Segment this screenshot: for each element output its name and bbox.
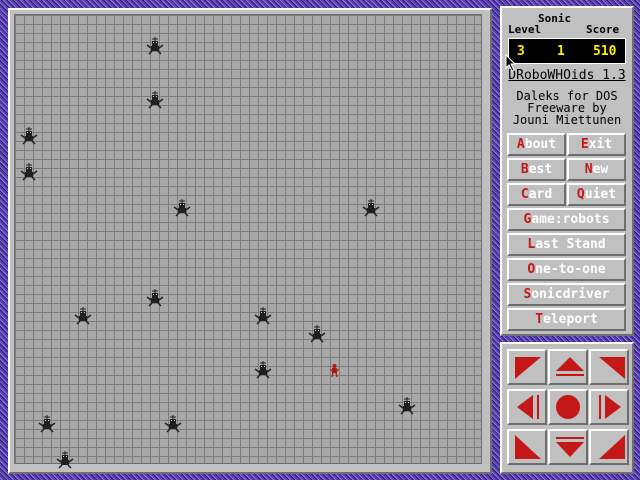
move-down-button[interactable] [548, 429, 588, 465]
robot-icon [362, 199, 380, 217]
exit-label: xit [588, 137, 613, 152]
arrow-up-left-icon [515, 357, 541, 379]
last-stand-hotkey: L [527, 237, 536, 252]
card-button[interactable]: Card [507, 183, 566, 206]
robot-icon [254, 361, 272, 379]
robot-icon [146, 289, 164, 307]
last-stand-button[interactable]: Last Stand [507, 233, 626, 256]
circle-icon [556, 395, 580, 419]
one-to-one-label: ne-to-one [535, 262, 606, 277]
robot-icon [20, 127, 38, 145]
score-value: 510 [593, 44, 617, 59]
one-to-one-button[interactable]: One-to-one [507, 258, 626, 281]
about-button[interactable]: About [507, 133, 566, 156]
move-up-right-button[interactable] [589, 349, 629, 385]
move-down-right-button[interactable] [589, 429, 629, 465]
exit-hotkey: E [580, 137, 589, 152]
level-label: Level [508, 23, 542, 36]
game-mode-label: Sonic [538, 12, 572, 25]
level-value: 3 [517, 44, 525, 59]
game-grid[interactable] [14, 14, 482, 469]
robot-icon [164, 415, 182, 433]
status-value: 1 [557, 44, 565, 59]
teleport-hotkey: T [535, 312, 544, 327]
score-display: 3 1 510 [508, 38, 626, 64]
score-label: Score [586, 23, 620, 36]
direction-pad [500, 342, 634, 474]
exit-button[interactable]: Exit [567, 133, 626, 156]
new-button[interactable]: New [567, 158, 626, 181]
robot-icon [173, 199, 191, 217]
about-hotkey: A [516, 137, 525, 152]
best-button[interactable]: Best [507, 158, 566, 181]
quiet-hotkey: Q [576, 187, 585, 202]
game-robots-button[interactable]: Game:robots [507, 208, 626, 231]
card-hotkey: C [520, 187, 529, 202]
teleport-label: eleport [543, 312, 598, 327]
app-title: DRoboWHOids 1.3 [508, 68, 626, 83]
arrow-up-icon [556, 357, 584, 376]
author-name: Jouni Miettunen [512, 113, 622, 127]
last-stand-label: ast Stand [535, 237, 606, 252]
robot-icon [38, 415, 56, 433]
arrow-down-left-icon [515, 435, 541, 459]
quiet-label: uiet [584, 187, 617, 202]
robot-icon [308, 325, 326, 343]
one-to-one-hotkey: O [527, 262, 536, 277]
robot-icon [398, 397, 416, 415]
wait-button[interactable] [548, 389, 588, 425]
quiet-button[interactable]: Quiet [567, 183, 626, 206]
arrow-down-icon [556, 437, 584, 457]
arrow-down-right-icon [599, 435, 625, 459]
robot-icon [254, 307, 272, 325]
sonicdriver-button[interactable]: Sonicdriver [507, 283, 626, 306]
teleport-button[interactable]: Teleport [507, 308, 626, 331]
robot-icon [56, 451, 74, 469]
sonicdriver-label: onicdriver [531, 287, 610, 302]
best-hotkey: B [520, 162, 529, 177]
arrow-up-right-icon [599, 357, 625, 379]
new-label: ew [592, 162, 609, 177]
about-label: bout [524, 137, 557, 152]
arrow-right-icon [599, 395, 621, 419]
move-down-left-button[interactable] [507, 429, 547, 465]
robot-icon [74, 307, 92, 325]
card-label: ard [528, 187, 553, 202]
new-hotkey: N [584, 162, 593, 177]
robot-icon [146, 37, 164, 55]
game-label: ame:robots [531, 212, 610, 227]
move-right-button[interactable] [589, 389, 629, 425]
arrow-left-icon [517, 395, 539, 419]
robot-icon [20, 163, 38, 181]
best-label: est [528, 162, 553, 177]
mouse-cursor-icon [505, 54, 517, 72]
move-left-button[interactable] [507, 389, 547, 425]
side-panel: Sonic Level Score 3 1 510 DRoboWHOids 1.… [500, 6, 634, 336]
robot-icon [146, 91, 164, 109]
move-up-left-button[interactable] [507, 349, 547, 385]
player-icon [330, 364, 339, 377]
move-up-button[interactable] [548, 349, 588, 385]
